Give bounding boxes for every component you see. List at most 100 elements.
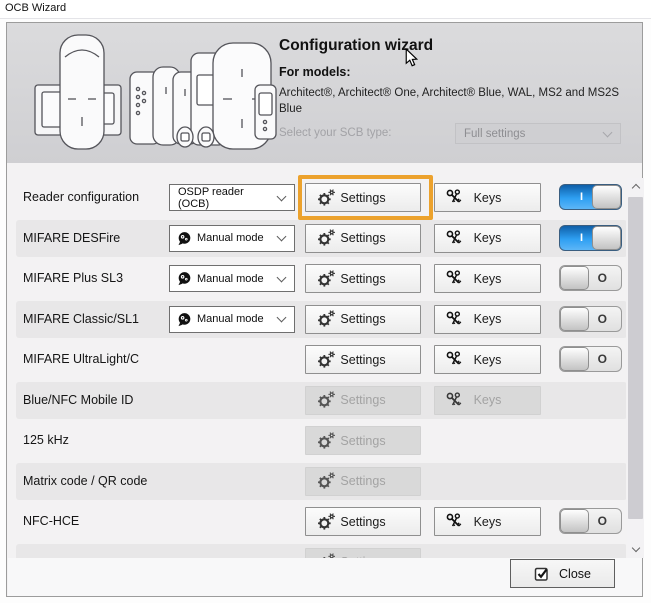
toggle-state-label: I bbox=[580, 191, 583, 203]
toggle-handle bbox=[592, 185, 621, 209]
settings-button[interactable]: Settings bbox=[305, 224, 421, 253]
config-row: Matrix code / QR codeSettings bbox=[16, 463, 626, 500]
mode-dropdown[interactable]: Manual mode bbox=[169, 225, 295, 252]
dropdown-value: Manual mode bbox=[197, 313, 278, 325]
toggle-state-label: I bbox=[580, 232, 583, 244]
toggle-state-label: O bbox=[598, 271, 607, 285]
page-title: Configuration wizard bbox=[279, 37, 433, 55]
keys-button[interactable]: Keys bbox=[434, 305, 541, 334]
settings-button-label: Settings bbox=[340, 474, 385, 488]
close-button[interactable]: Close bbox=[510, 559, 615, 588]
settings-button-label: Settings bbox=[340, 393, 385, 407]
keys-icon bbox=[446, 230, 463, 247]
checkbox-check-icon bbox=[534, 566, 550, 582]
chevron-down-icon bbox=[277, 313, 287, 323]
keys-button: Keys bbox=[434, 386, 541, 415]
keys-button-label: Keys bbox=[474, 353, 502, 367]
keys-button-label: Keys bbox=[474, 312, 502, 326]
configuration-wizard-dialog: Configuration wizard For models: Archite… bbox=[6, 22, 643, 597]
close-button-label: Close bbox=[559, 567, 591, 581]
gear-icon bbox=[317, 229, 336, 247]
row-label: MIFARE Plus SL3 bbox=[23, 260, 123, 297]
config-row: MIFARE Classic/SL1 Manual mode Settings Key… bbox=[16, 301, 626, 338]
dropdown-value: Manual mode bbox=[197, 232, 278, 244]
config-row: MIFARE DESFire Manual mode Settings Keys I bbox=[16, 220, 626, 257]
settings-button: Settings bbox=[305, 426, 421, 455]
keys-button[interactable]: Keys bbox=[434, 345, 541, 374]
mode-dropdown[interactable]: Manual mode bbox=[169, 265, 295, 292]
gear-icon bbox=[317, 351, 336, 369]
manual-mode-icon bbox=[177, 312, 192, 327]
toggle-handle bbox=[560, 509, 589, 533]
toggle-handle bbox=[560, 347, 589, 371]
settings-button-label: Settings bbox=[340, 353, 385, 367]
mode-dropdown[interactable]: OSDP reader (OCB) bbox=[169, 184, 295, 211]
toggle-switch[interactable]: O bbox=[559, 306, 622, 332]
config-row: Settings bbox=[16, 544, 626, 559]
dropdown-value: Manual mode bbox=[197, 273, 278, 285]
scb-type-label: Select your SCB type: bbox=[279, 127, 392, 139]
row-label: Reader configuration bbox=[23, 179, 139, 216]
gear-icon bbox=[317, 432, 336, 450]
models-list: Architect®, Architect® One, Architect® B… bbox=[279, 86, 631, 117]
row-label: MIFARE Classic/SL1 bbox=[23, 301, 139, 338]
toggle-switch[interactable]: O bbox=[559, 265, 622, 291]
keys-icon bbox=[446, 351, 463, 368]
config-row: Reader configuration OSDP reader (OCB) Set… bbox=[16, 179, 626, 216]
chevron-down-icon bbox=[603, 127, 613, 137]
keys-button[interactable]: Keys bbox=[434, 183, 541, 212]
settings-button: Settings bbox=[305, 467, 421, 496]
scrollbar-down-button[interactable] bbox=[627, 541, 644, 558]
settings-button[interactable]: Settings bbox=[305, 345, 421, 374]
window-titlebar: OCB Wizard bbox=[0, 0, 651, 19]
row-label: MIFARE DESFire bbox=[23, 220, 120, 257]
keys-icon bbox=[446, 392, 463, 409]
toggle-state-label: O bbox=[598, 312, 607, 326]
config-row: MIFARE Plus SL3 Manual mode Settings Keys O bbox=[16, 260, 626, 297]
toggle-switch[interactable]: I bbox=[559, 225, 622, 251]
keys-button-label: Keys bbox=[474, 191, 502, 205]
manual-mode-icon bbox=[177, 271, 192, 286]
keys-icon bbox=[446, 189, 463, 206]
chevron-down-icon bbox=[631, 544, 639, 552]
settings-button[interactable]: Settings bbox=[305, 183, 421, 212]
vertical-scrollbar[interactable] bbox=[627, 178, 644, 558]
keys-button[interactable]: Keys bbox=[434, 264, 541, 293]
toggle-switch[interactable]: O bbox=[559, 346, 622, 372]
keys-button-label: Keys bbox=[474, 231, 502, 245]
scb-type-select: Full settings bbox=[455, 123, 621, 144]
keys-icon bbox=[446, 513, 463, 530]
config-row: 125 kHzSettings bbox=[16, 422, 626, 459]
hero-section: Configuration wizard For models: Archite… bbox=[7, 23, 642, 163]
row-label: MIFARE UltraLight/C bbox=[23, 341, 139, 378]
scrollbar-up-button[interactable] bbox=[627, 178, 644, 195]
settings-button-label: Settings bbox=[340, 272, 385, 286]
gear-icon bbox=[317, 391, 336, 409]
settings-button-label: Settings bbox=[340, 515, 385, 529]
scrollbar-thumb[interactable] bbox=[628, 197, 643, 519]
settings-button: Settings bbox=[305, 548, 421, 559]
settings-button: Settings bbox=[305, 386, 421, 415]
chevron-down-icon bbox=[277, 191, 287, 201]
chevron-down-icon bbox=[277, 272, 287, 282]
mode-dropdown[interactable]: Manual mode bbox=[169, 306, 295, 333]
chevron-up-icon bbox=[631, 184, 639, 192]
settings-button[interactable]: Settings bbox=[305, 264, 421, 293]
settings-button[interactable]: Settings bbox=[305, 507, 421, 536]
settings-button[interactable]: Settings bbox=[305, 305, 421, 334]
keys-button-label: Keys bbox=[474, 272, 502, 286]
models-label: For models: bbox=[279, 65, 351, 79]
config-row: MIFARE UltraLight/C Settings Keys O bbox=[16, 341, 626, 378]
ocb-wizard-window: OCB Wizard bbox=[0, 0, 651, 603]
toggle-switch[interactable]: I bbox=[559, 184, 622, 210]
window-title: OCB Wizard bbox=[5, 2, 66, 14]
keys-button[interactable]: Keys bbox=[434, 507, 541, 536]
toggle-switch[interactable]: O bbox=[559, 508, 622, 534]
keys-icon bbox=[446, 311, 463, 328]
toggle-state-label: O bbox=[598, 352, 607, 366]
toggle-handle bbox=[592, 226, 621, 250]
settings-button-label: Settings bbox=[340, 231, 385, 245]
keys-button[interactable]: Keys bbox=[434, 224, 541, 253]
settings-button-label: Settings bbox=[340, 191, 385, 205]
settings-button-label: Settings bbox=[340, 434, 385, 448]
